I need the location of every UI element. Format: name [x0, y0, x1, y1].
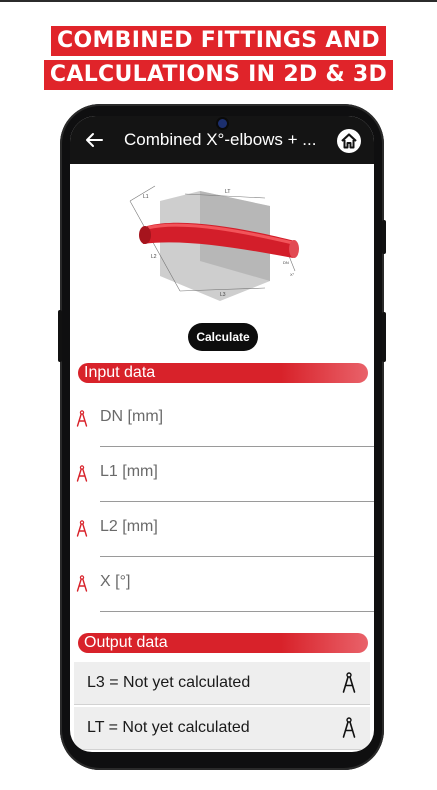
l1-field-label: L1 [mm] — [100, 463, 158, 480]
result-l3-card: L3 = Not yet calculated — [74, 662, 370, 705]
label-x: X° — [290, 272, 295, 277]
promo-banner-line2: CALCULATIONS IN 2D & 3D — [0, 60, 437, 90]
arrow-left-icon[interactable] — [82, 128, 106, 152]
promo-banner-line1: COMBINED FITTINGS AND — [0, 26, 437, 56]
calculate-button[interactable]: Calculate — [188, 323, 258, 351]
dn-field-label: DN [mm] — [100, 408, 164, 425]
compass-icon — [76, 465, 88, 482]
result-lt-card: LT = Not yet calculated — [74, 707, 370, 750]
l2-field-label: L2 [mm] — [100, 518, 158, 535]
label-l3: L3 — [220, 292, 226, 298]
compass-icon — [76, 410, 88, 427]
compass-icon — [76, 575, 88, 592]
label-l2: L2 — [151, 254, 157, 260]
label-dn: DN — [283, 260, 289, 265]
label-l1: L1 — [143, 194, 149, 200]
x-angle-field-label: X [°] — [100, 573, 131, 590]
compass-icon — [76, 520, 88, 537]
phone-side-button — [58, 310, 62, 362]
field-underline — [100, 611, 374, 612]
label-lt: LT — [225, 189, 230, 195]
pipe-3d-diagram: L1 LT L2 L3 DN X° — [129, 185, 299, 301]
compass-icon — [342, 717, 356, 738]
phone-volume-down — [382, 312, 386, 362]
l1-field[interactable]: L1 [mm] — [70, 447, 374, 502]
x-angle-field[interactable]: X [°] — [70, 557, 374, 612]
top-divider — [0, 0, 437, 2]
result-l3-text: L3 = Not yet calculated — [87, 674, 251, 691]
input-data-header: Input data — [78, 363, 368, 383]
compass-icon — [342, 672, 356, 693]
home-icon[interactable] — [336, 128, 362, 154]
result-lt-text: LT = Not yet calculated — [87, 719, 250, 736]
phone-volume-up — [382, 220, 386, 254]
dn-field[interactable]: DN [mm] — [70, 392, 374, 447]
l2-field[interactable]: L2 [mm] — [70, 502, 374, 557]
screen-title: Combined X°-elbows + ... — [124, 130, 317, 149]
app-screen: Combined X°-elbows + ... L1 LT L2 L3 DN … — [70, 116, 374, 752]
front-camera — [218, 119, 227, 128]
output-data-header: Output data — [78, 633, 368, 653]
